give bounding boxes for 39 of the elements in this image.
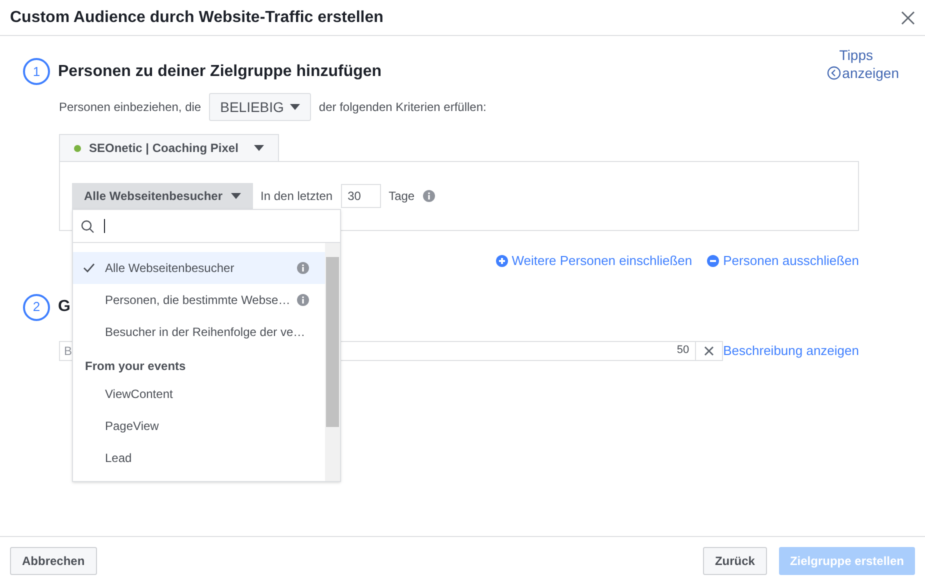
caret-icon [230,193,240,199]
checkmark-icon [83,263,95,273]
audience-select[interactable]: Alle Webseitenbesucher [72,183,252,209]
step-number: 1 [23,58,50,85]
info-icon [422,190,435,202]
menu-group-header: From your events [84,358,187,375]
minus-circle-icon [707,254,720,267]
placeholder-text: B [63,342,72,360]
include-more-link[interactable]: Weitere Personen einschließen [496,251,692,270]
section-title: G [58,297,70,317]
menu-item[interactable]: Lead [73,442,325,474]
tips-link[interactable]: Tipps anzeigen [827,46,899,82]
pixel-tab[interactable]: SEOnetic | Coaching Pixel [59,134,280,161]
show-description-link[interactable]: Beschreibung anzeigen [723,340,859,360]
days-input[interactable]: 30 [340,184,381,208]
section-title: Personen zu deiner Zielgruppe hinzufügen [58,62,382,82]
menu-item[interactable]: Personen, die bestimmte Webse… [73,284,325,316]
step-number: 2 [23,294,50,320]
plus-circle-icon [496,254,508,267]
chevron-left-icon [827,66,842,80]
search-icon [81,220,94,232]
dialog-title: Custom Audience durch Website-Traffic erstellen [10,8,384,28]
menu-item[interactable]: ViewContent [73,378,325,410]
cancel-button[interactable]: Abbrechen [10,547,97,575]
name-field[interactable]: B 50 [59,340,724,360]
include-suffix: der folgenden Kriterien erfüllen: [318,99,486,116]
back-button[interactable]: Zurück [702,547,767,575]
clear-icon[interactable] [704,346,714,356]
caret-icon [254,145,264,151]
exclude-link[interactable]: Personen ausschließen [707,251,859,270]
days-unit: Tage [388,188,415,205]
character-counter: 50 [676,343,690,358]
menu-item[interactable]: Alle Webseitenbesucher [73,252,325,284]
close-icon[interactable] [901,10,915,24]
match-select[interactable]: BELIEBIG [209,93,311,121]
caret-icon [290,104,300,110]
include-label: Personen einbeziehen, die [59,99,202,116]
days-label: In den letzten [260,188,333,205]
menu-item[interactable]: PageView [73,410,325,442]
